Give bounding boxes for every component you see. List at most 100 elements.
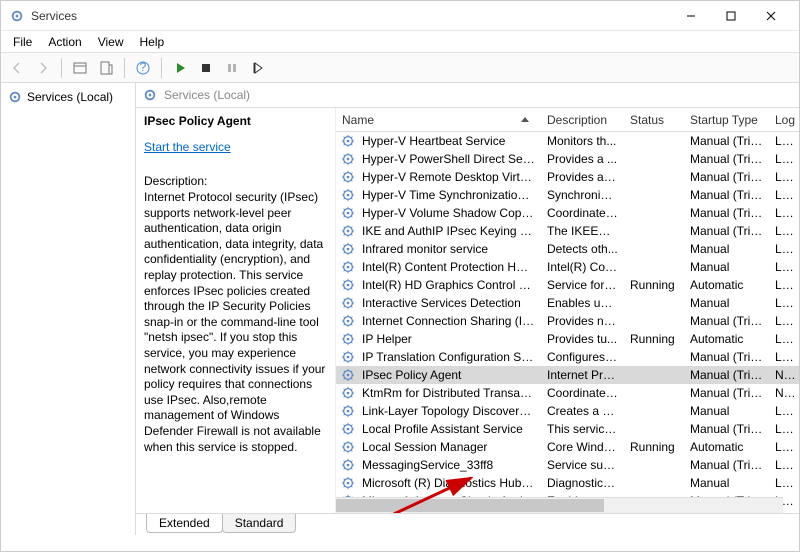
col-header-name[interactable]: Name	[336, 110, 541, 130]
service-row[interactable]: Hyper-V Remote Desktop Virtualiz...Provi…	[336, 168, 799, 186]
cell-name: Interactive Services Detection	[356, 296, 541, 310]
cell-description: Creates a N...	[541, 404, 624, 418]
tab-extended[interactable]: Extended	[146, 514, 223, 533]
tab-standard[interactable]: Standard	[222, 514, 297, 533]
stop-button[interactable]	[194, 56, 218, 80]
minimize-button[interactable]	[671, 2, 711, 30]
cell-logon: Loc	[769, 170, 799, 184]
service-row[interactable]: IP HelperProvides tu...RunningAutomaticL…	[336, 330, 799, 348]
titlebar: Services	[1, 1, 799, 31]
cell-description: Detects oth...	[541, 242, 624, 256]
cell-description: Core Windo...	[541, 440, 624, 454]
forward-button[interactable]	[31, 56, 55, 80]
cell-startup: Manual (Trig...	[684, 350, 769, 364]
cell-name: Hyper-V Volume Shadow Copy Re...	[356, 206, 541, 220]
start-service-link[interactable]: Start the service	[144, 140, 231, 154]
menu-action[interactable]: Action	[40, 33, 89, 51]
service-row[interactable]: Hyper-V Heartbeat ServiceMonitors th...M…	[336, 132, 799, 150]
menubar: File Action View Help	[1, 31, 799, 53]
cell-startup: Automatic	[684, 440, 769, 454]
cell-description: Diagnostics ...	[541, 476, 624, 490]
cell-logon: Loc	[769, 476, 799, 490]
menu-view[interactable]: View	[90, 33, 132, 51]
nav-tree[interactable]: Services (Local)	[1, 83, 136, 535]
service-row[interactable]: MessagingService_33ff8Service sup...Manu…	[336, 456, 799, 474]
back-button[interactable]	[5, 56, 29, 80]
service-row[interactable]: Intel(R) HD Graphics Control Panel...Ser…	[336, 276, 799, 294]
gear-icon	[340, 367, 356, 383]
service-row[interactable]: Link-Layer Topology Discovery Ma...Creat…	[336, 402, 799, 420]
col-header-status[interactable]: Status	[624, 110, 684, 130]
service-row[interactable]: Hyper-V Time Synchronization Serv...Sync…	[336, 186, 799, 204]
cell-logon: Loc	[769, 332, 799, 346]
help-button[interactable]: ?	[131, 56, 155, 80]
window-title: Services	[31, 9, 671, 23]
cell-description: Service sup...	[541, 458, 624, 472]
cell-name: MessagingService_33ff8	[356, 458, 541, 472]
view-tabs: Extended Standard	[136, 513, 799, 535]
horizontal-scrollbar[interactable]	[336, 497, 783, 513]
pause-button[interactable]	[220, 56, 244, 80]
restart-button[interactable]	[246, 56, 270, 80]
cell-startup: Manual (Trig...	[684, 152, 769, 166]
scrollbar-thumb[interactable]	[336, 499, 604, 512]
cell-logon: Loc	[769, 296, 799, 310]
content-header-title: Services (Local)	[164, 88, 250, 102]
content-pane: Services (Local) IPsec Policy Agent Star…	[136, 83, 799, 535]
cell-logon: Loc	[769, 314, 799, 328]
play-button[interactable]	[168, 56, 192, 80]
cell-description: Service for I...	[541, 278, 624, 292]
menu-file[interactable]: File	[5, 33, 40, 51]
gear-icon	[340, 187, 356, 203]
cell-name: IP Helper	[356, 332, 541, 346]
service-row[interactable]: Local Session ManagerCore Windo...Runnin…	[336, 438, 799, 456]
service-row[interactable]: KtmRm for Distributed Transaction...Coor…	[336, 384, 799, 402]
cell-logon: Loc	[769, 188, 799, 202]
cell-name: Hyper-V Heartbeat Service	[356, 134, 541, 148]
cell-description: Configures ...	[541, 350, 624, 364]
menu-help[interactable]: Help	[132, 33, 173, 51]
cell-logon: Loc	[769, 260, 799, 274]
cell-name: Intel(R) HD Graphics Control Panel...	[356, 278, 541, 292]
nav-services-local[interactable]: Services (Local)	[3, 87, 133, 107]
service-row[interactable]: IP Translation Configuration ServiceConf…	[336, 348, 799, 366]
col-header-startup[interactable]: Startup Type	[684, 110, 769, 130]
main-split: Services (Local) Services (Local) IPsec …	[1, 83, 799, 535]
service-row[interactable]: Intel(R) Content Protection HECI S...Int…	[336, 258, 799, 276]
service-row[interactable]: Interactive Services DetectionEnables us…	[336, 294, 799, 312]
cell-name: Intel(R) Content Protection HECI S...	[356, 260, 541, 274]
service-row[interactable]: Local Profile Assistant ServiceThis serv…	[336, 420, 799, 438]
cell-description: This service ...	[541, 422, 624, 436]
list-body[interactable]: Hyper-V Heartbeat ServiceMonitors th...M…	[336, 132, 799, 513]
service-row[interactable]: Microsoft (R) Diagnostics Hub Sta...Diag…	[336, 474, 799, 492]
col-header-description[interactable]: Description	[541, 110, 624, 130]
maximize-button[interactable]	[711, 2, 751, 30]
cell-name: IPsec Policy Agent	[356, 368, 541, 382]
service-row[interactable]: IPsec Policy AgentInternet Pro...Manual …	[336, 366, 799, 384]
cell-startup: Manual (Trig...	[684, 368, 769, 382]
cell-logon: Loc	[769, 242, 799, 256]
service-row[interactable]: IKE and AuthIP IPsec Keying Modu...The I…	[336, 222, 799, 240]
gear-icon	[340, 475, 356, 491]
gear-icon	[340, 169, 356, 185]
detail-panel: IPsec Policy Agent Start the service Des…	[136, 108, 336, 513]
cell-description: Provides ne...	[541, 314, 624, 328]
service-row[interactable]: Hyper-V PowerShell Direct ServiceProvide…	[336, 150, 799, 168]
separator	[161, 58, 162, 78]
gear-icon	[340, 403, 356, 419]
cell-name: Internet Connection Sharing (ICS)	[356, 314, 541, 328]
cell-status: Running	[624, 332, 684, 346]
service-row[interactable]: Hyper-V Volume Shadow Copy Re...Coordina…	[336, 204, 799, 222]
service-row[interactable]: Infrared monitor serviceDetects oth...Ma…	[336, 240, 799, 258]
properties-button[interactable]	[68, 56, 92, 80]
cell-name: KtmRm for Distributed Transaction...	[356, 386, 541, 400]
gear-icon	[340, 331, 356, 347]
col-header-logon[interactable]: Log	[769, 110, 799, 130]
service-row[interactable]: Internet Connection Sharing (ICS)Provide…	[336, 312, 799, 330]
cell-name: Local Session Manager	[356, 440, 541, 454]
export-button[interactable]	[94, 56, 118, 80]
nav-item-label: Services (Local)	[27, 90, 113, 104]
close-button[interactable]	[751, 2, 791, 30]
cell-description: Provides a ...	[541, 152, 624, 166]
cell-name: Microsoft (R) Diagnostics Hub Sta...	[356, 476, 541, 490]
